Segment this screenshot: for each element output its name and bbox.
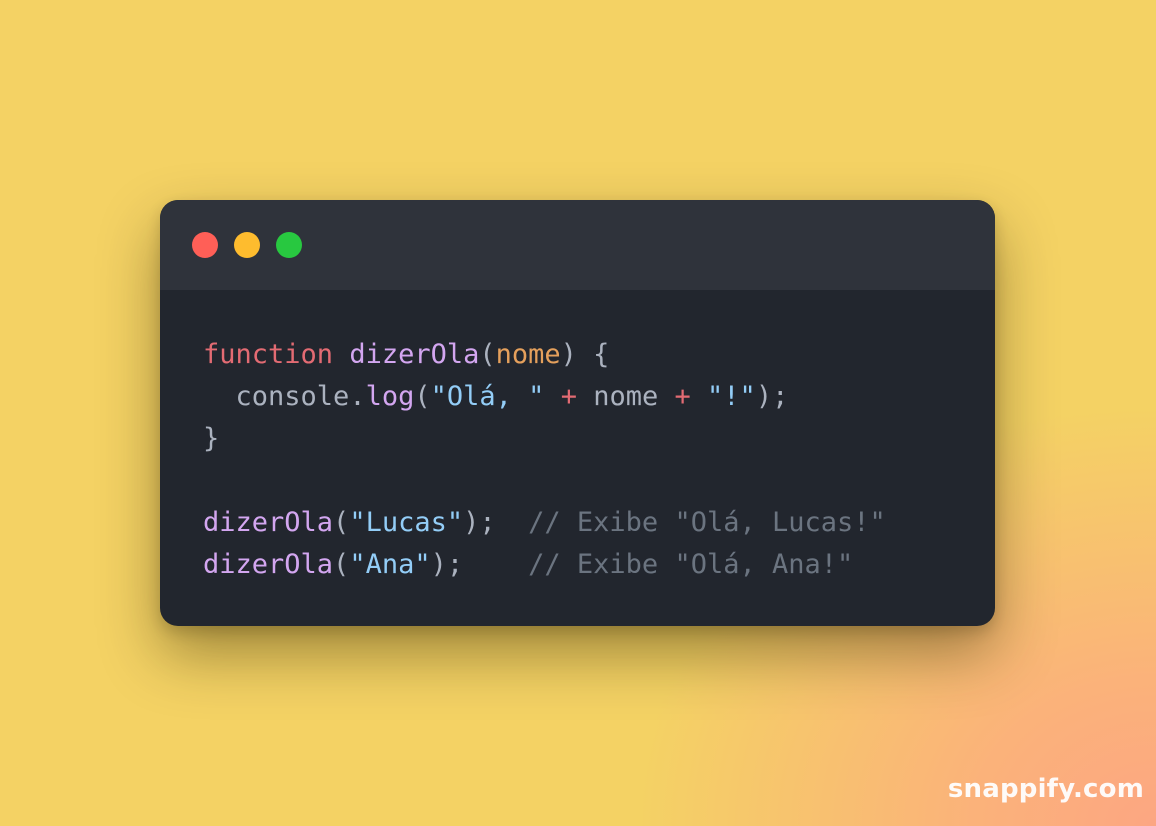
- token-string: "Olá, ": [430, 381, 545, 412]
- minimize-button[interactable]: [234, 232, 260, 258]
- token-function-name: dizerOla: [203, 507, 334, 538]
- token-punctuation: }: [203, 423, 220, 454]
- token-keyword: function: [203, 339, 334, 370]
- token-string: "!": [707, 381, 756, 412]
- token-object: console: [235, 381, 350, 412]
- token-identifier: nome: [576, 381, 675, 412]
- token-operator: +: [674, 381, 691, 412]
- token-punctuation: (: [414, 381, 431, 412]
- token-string: "Ana": [349, 549, 431, 580]
- code-line-2: console.log("Olá, " + nome + "!");: [203, 376, 886, 418]
- token-comment: // Exibe "Olá, Ana!": [528, 549, 854, 580]
- window-titlebar: [160, 200, 995, 290]
- token-punctuation: );: [430, 549, 464, 580]
- token-punctuation: (: [333, 549, 350, 580]
- token-punctuation: (: [333, 507, 350, 538]
- code-window: function dizerOla(nome) { console.log("O…: [160, 200, 995, 626]
- token-comment: // Exibe "Olá, Lucas!": [528, 507, 886, 538]
- token-punctuation: (: [479, 339, 496, 370]
- token-punctuation: );: [755, 381, 789, 412]
- token-function-name: dizerOla: [349, 339, 480, 370]
- token-punctuation: ) {: [560, 339, 610, 370]
- token-parameter: nome: [495, 339, 561, 370]
- code-line-3: }: [203, 418, 886, 460]
- code-line-1: function dizerOla(nome) {: [203, 334, 886, 376]
- close-button[interactable]: [192, 232, 218, 258]
- token-method: log: [365, 381, 415, 412]
- code-line-6: dizerOla("Ana"); // Exibe "Olá, Ana!": [203, 544, 886, 586]
- code-line-5: dizerOla("Lucas"); // Exibe "Olá, Lucas!…: [203, 502, 886, 544]
- snappify-watermark[interactable]: snappify.com: [948, 774, 1144, 804]
- code-block: function dizerOla(nome) { console.log("O…: [203, 334, 886, 586]
- token-punctuation: .: [349, 381, 366, 412]
- token-function-name: dizerOla: [203, 549, 334, 580]
- maximize-button[interactable]: [276, 232, 302, 258]
- token-operator: +: [560, 381, 577, 412]
- token-punctuation: );: [463, 507, 496, 538]
- token-string: "Lucas": [349, 507, 464, 538]
